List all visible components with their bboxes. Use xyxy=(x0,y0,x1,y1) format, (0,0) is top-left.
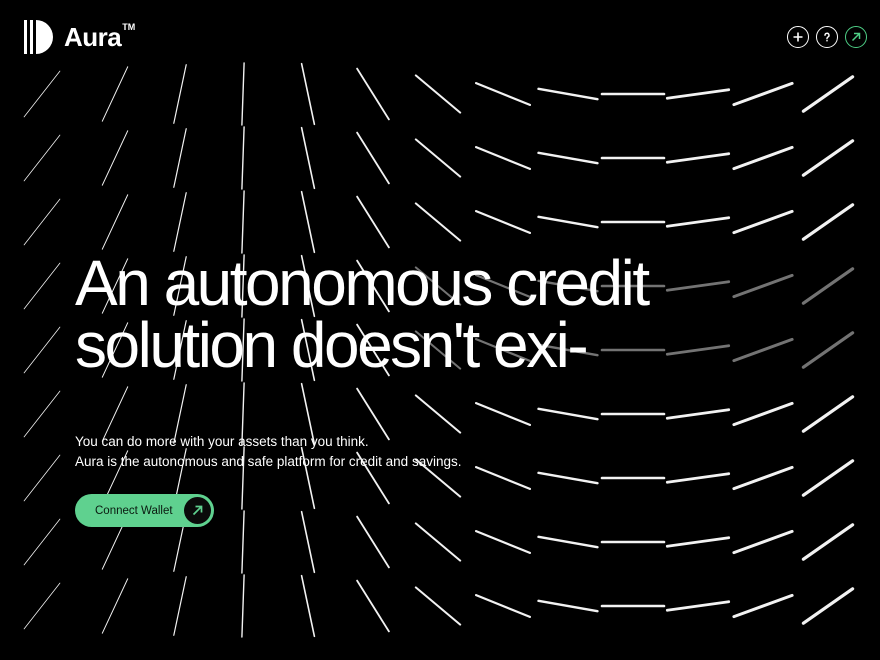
background-line xyxy=(356,195,390,249)
background-line xyxy=(732,529,794,555)
background-line xyxy=(241,510,245,574)
background-line xyxy=(475,210,532,234)
background-line xyxy=(101,578,129,634)
background-line xyxy=(801,395,855,433)
background-line xyxy=(537,215,599,229)
logo[interactable]: Aura TM xyxy=(22,18,135,56)
background-line xyxy=(414,394,462,434)
background-line xyxy=(665,600,731,612)
background-line xyxy=(23,518,61,566)
background-line xyxy=(732,81,794,107)
background-line xyxy=(475,466,532,490)
background-line xyxy=(356,131,390,185)
background-line xyxy=(732,465,794,491)
headline-line-2: solution doesn't exi- xyxy=(75,309,589,381)
background-line xyxy=(414,202,462,242)
background-line xyxy=(23,262,61,310)
background-line xyxy=(414,522,462,562)
background-line xyxy=(732,145,794,171)
connect-wallet-label: Connect Wallet xyxy=(95,504,173,517)
background-line xyxy=(23,134,61,182)
background-line xyxy=(665,88,731,100)
external-link-button[interactable] xyxy=(845,26,867,48)
background-line xyxy=(537,599,599,613)
background-line xyxy=(537,151,599,165)
background-line xyxy=(475,529,532,555)
background-line xyxy=(241,126,245,190)
brand-name: Aura xyxy=(64,21,122,52)
background-line xyxy=(300,574,316,638)
hero-headline: An autonomous credit solution doesn't ex… xyxy=(75,247,865,381)
headline-line-1: An autonomous credit xyxy=(75,247,650,319)
subtitle-line-1: You can do more with your assets than yo… xyxy=(75,434,369,449)
background-line xyxy=(23,582,61,630)
background-line xyxy=(101,194,129,250)
background-line xyxy=(101,130,129,186)
help-icon xyxy=(824,32,830,42)
plus-button[interactable] xyxy=(787,26,809,48)
background-line xyxy=(23,390,61,438)
plus-icon xyxy=(793,32,803,42)
background-line xyxy=(665,152,731,164)
background-line xyxy=(475,402,532,426)
arrow-up-right-icon xyxy=(192,505,203,516)
subtitle-line-2: Aura is the autonomous and safe platform… xyxy=(75,454,462,469)
background-line xyxy=(665,536,731,548)
background-line xyxy=(665,472,731,484)
background-line xyxy=(414,74,462,114)
background-line xyxy=(732,593,794,619)
background-line xyxy=(356,515,390,569)
background-line xyxy=(173,576,187,636)
header-actions xyxy=(787,26,867,48)
hero-subtitle: You can do more with your assets than yo… xyxy=(75,432,461,472)
background-line xyxy=(23,198,61,246)
background-line xyxy=(732,209,794,235)
background-line xyxy=(801,203,855,241)
trademark: TM xyxy=(122,22,136,32)
background-line xyxy=(300,126,316,190)
background-line xyxy=(801,523,855,561)
background-line xyxy=(23,326,61,374)
background-line xyxy=(300,190,316,254)
background-line xyxy=(475,81,532,107)
background-line xyxy=(475,146,532,170)
background-line xyxy=(173,128,187,188)
background-line xyxy=(801,75,855,113)
background-line xyxy=(414,138,462,178)
background-line xyxy=(475,593,532,619)
help-button[interactable] xyxy=(816,26,838,48)
background-line xyxy=(665,408,731,420)
background-line xyxy=(537,407,599,421)
background-line xyxy=(241,190,245,254)
background-line xyxy=(801,459,855,497)
background-line xyxy=(23,70,61,118)
background-line xyxy=(665,216,731,228)
background-line xyxy=(801,587,855,625)
background-line xyxy=(173,192,187,252)
connect-wallet-button[interactable]: Connect Wallet xyxy=(75,494,214,527)
aura-logo-mark-icon xyxy=(24,20,53,54)
background-line xyxy=(537,535,599,549)
background-line xyxy=(241,574,245,638)
hero: An autonomous credit solution doesn't ex… xyxy=(75,247,865,381)
background-line xyxy=(23,454,61,502)
background-line xyxy=(732,401,794,427)
background-line xyxy=(537,87,599,101)
background-line xyxy=(537,471,599,485)
header: Aura TM xyxy=(0,0,880,76)
background-line xyxy=(300,510,316,574)
cta-arrow xyxy=(184,497,211,524)
arrow-up-right-icon xyxy=(851,32,861,42)
background-line xyxy=(801,139,855,177)
background-line xyxy=(356,579,390,633)
background-line xyxy=(414,586,462,626)
background-line xyxy=(356,67,390,121)
